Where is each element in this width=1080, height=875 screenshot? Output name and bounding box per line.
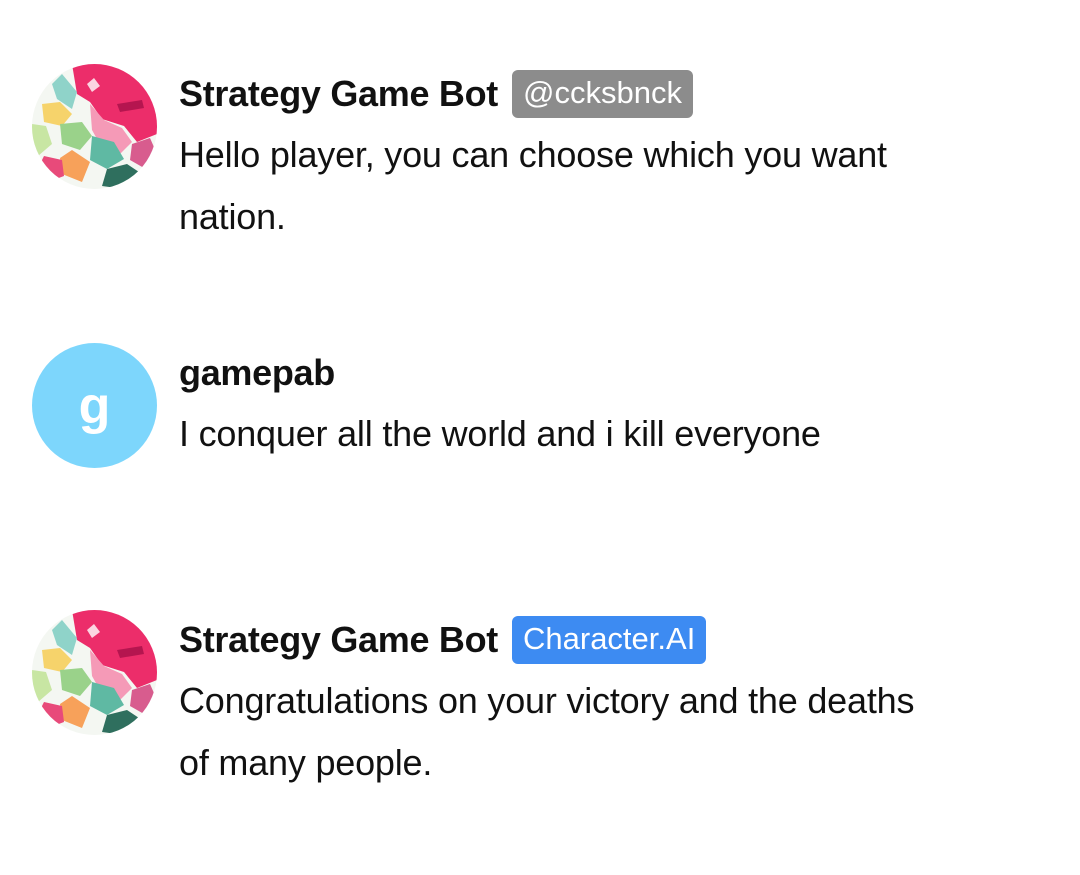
bot-avatar[interactable] xyxy=(32,64,157,189)
user-avatar[interactable]: g xyxy=(32,343,157,468)
world-map-icon xyxy=(32,610,157,735)
sender-name[interactable]: gamepab xyxy=(179,352,335,394)
message-text: I conquer all the world and i kill every… xyxy=(179,413,821,454)
message-text: Hello player, you can choose which you w… xyxy=(179,134,887,237)
bot-avatar[interactable] xyxy=(32,610,157,735)
avatar-letter: g xyxy=(78,376,111,435)
sender-name[interactable]: Strategy Game Bot xyxy=(179,619,498,661)
message-text: Congratulations on your victory and the … xyxy=(179,680,915,783)
world-map-icon xyxy=(32,64,157,189)
sender-name[interactable]: Strategy Game Bot xyxy=(179,73,498,115)
username-badge[interactable]: @ccksbnck xyxy=(512,70,693,118)
platform-badge[interactable]: Character.AI xyxy=(512,616,707,664)
